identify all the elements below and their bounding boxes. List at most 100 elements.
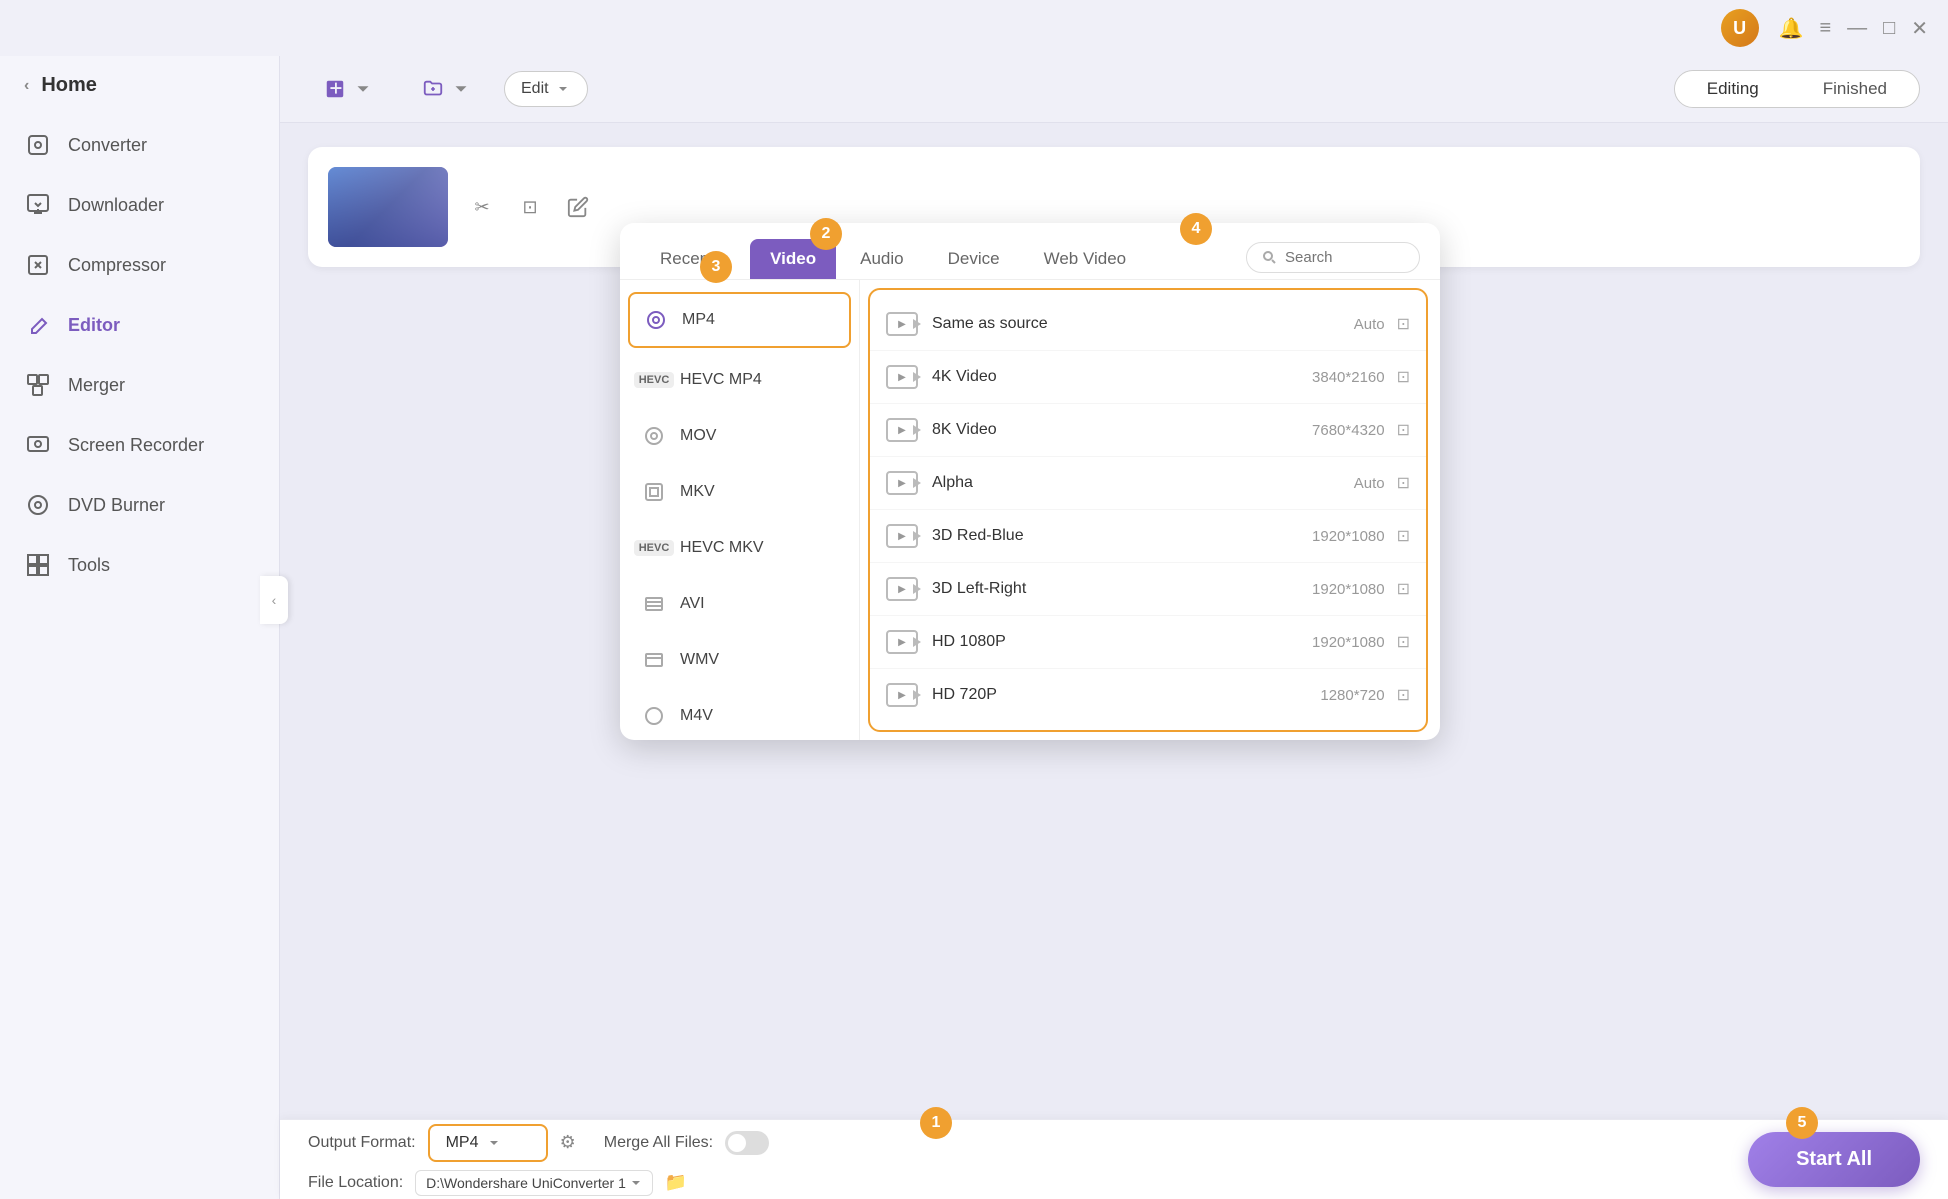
format-search-box[interactable] <box>1246 242 1420 273</box>
mp4-label: MP4 <box>682 311 715 329</box>
preset-name-6: HD 1080P <box>932 633 1312 651</box>
merger-icon <box>24 371 52 399</box>
preset-res-3: Auto <box>1354 475 1385 492</box>
file-path-select[interactable]: D:\Wondershare UniConverter 1 <box>415 1170 653 1196</box>
step-badge-2: 2 <box>810 218 842 250</box>
tools-label: Tools <box>68 555 110 576</box>
merge-toggle[interactable] <box>725 1131 769 1155</box>
preset-video-icon-4: ▶ <box>886 524 918 548</box>
preset-res-7: 1280*720 <box>1320 687 1384 704</box>
sidebar-item-merger[interactable]: Merger <box>0 355 279 415</box>
preset-edit-icon-4[interactable]: ⊡ <box>1397 526 1410 546</box>
format-item-hevc-mp4[interactable]: HEVC HEVC MP4 <box>620 352 859 408</box>
preset-edit-icon-2[interactable]: ⊡ <box>1397 420 1410 440</box>
crop-icon[interactable]: ⊡ <box>512 189 548 225</box>
preset-hd-720p[interactable]: ▶ HD 720P 1280*720 ⊡ <box>870 669 1426 721</box>
output-format-label: Output Format: <box>308 1134 416 1152</box>
format-panel: Recently Video Audio Device Web Video <box>620 223 1440 740</box>
sidebar-back-icon[interactable]: ‹ <box>24 77 29 95</box>
add-file-button[interactable] <box>308 70 390 108</box>
preset-edit-icon-5[interactable]: ⊡ <box>1397 579 1410 599</box>
sidebar-collapse-button[interactable]: ‹ <box>260 576 288 624</box>
sidebar-item-converter[interactable]: Converter <box>0 115 279 175</box>
preset-name-1: 4K Video <box>932 368 1312 386</box>
hevc-mp4-label: HEVC MP4 <box>680 371 762 389</box>
format-item-wmv[interactable]: WMV <box>620 632 859 688</box>
close-button[interactable]: ✕ <box>1911 16 1928 41</box>
format-tab-web-video[interactable]: Web Video <box>1024 239 1147 279</box>
format-tab-device[interactable]: Device <box>928 239 1020 279</box>
sidebar-item-screen-recorder[interactable]: Screen Recorder <box>0 415 279 475</box>
bell-icon[interactable]: 🔔 <box>1779 16 1804 41</box>
tab-finished[interactable]: Finished <box>1791 71 1919 107</box>
preset-res-4: 1920*1080 <box>1312 528 1385 545</box>
sidebar-item-editor[interactable]: Editor <box>0 295 279 355</box>
preset-same-as-source[interactable]: ▶ Same as source Auto ⊡ <box>870 298 1426 351</box>
edit-dropdown-label: Edit <box>521 80 549 98</box>
title-bar: U 🔔 ≡ — □ ✕ <box>0 0 1948 56</box>
preset-video-icon-5: ▶ <box>886 577 918 601</box>
start-all-button[interactable]: Start All <box>1748 1132 1920 1187</box>
bottom-left-section: Output Format: MP4 ⚙ Merge All Files: Fi… <box>308 1124 769 1196</box>
step-badge-4: 4 <box>1180 213 1212 245</box>
output-format-select[interactable]: MP4 <box>428 1124 548 1162</box>
maximize-button[interactable]: □ <box>1883 17 1895 40</box>
cut-icon[interactable]: ✂ <box>464 189 500 225</box>
add-folder-button[interactable] <box>406 70 488 108</box>
sidebar-item-tools[interactable]: Tools <box>0 535 279 595</box>
settings-icon[interactable]: ⚙ <box>560 1132 576 1153</box>
menu-icon[interactable]: ≡ <box>1819 17 1831 40</box>
format-item-mkv[interactable]: MKV <box>620 464 859 520</box>
window-controls: 🔔 ≡ — □ ✕ <box>1779 16 1928 41</box>
preset-res-0: Auto <box>1354 316 1385 333</box>
edit-dropdown[interactable]: Edit <box>504 71 588 107</box>
preset-3d-left-right[interactable]: ▶ 3D Left-Right 1920*1080 ⊡ <box>870 563 1426 616</box>
downloader-icon <box>24 191 52 219</box>
preset-edit-icon-1[interactable]: ⊡ <box>1397 367 1410 387</box>
preset-8k-video[interactable]: ▶ 8K Video 7680*4320 ⊡ <box>870 404 1426 457</box>
preset-video-icon-0: ▶ <box>886 312 918 336</box>
sidebar-item-downloader[interactable]: Downloader <box>0 175 279 235</box>
folder-icon[interactable]: 📁 <box>665 1172 687 1193</box>
sidebar: ‹ Home Converter Downloader Compressor E… <box>0 0 280 1199</box>
file-path-value: D:\Wondershare UniConverter 1 <box>426 1175 626 1191</box>
sidebar-home[interactable]: ‹ Home <box>0 56 279 115</box>
format-item-avi[interactable]: AVI <box>620 576 859 632</box>
output-format-value: MP4 <box>446 1134 479 1152</box>
minimize-button[interactable]: — <box>1847 17 1867 40</box>
preset-alpha[interactable]: ▶ Alpha Auto ⊡ <box>870 457 1426 510</box>
format-item-mov[interactable]: MOV <box>620 408 859 464</box>
sidebar-item-dvd-burner[interactable]: DVD Burner <box>0 475 279 535</box>
video-thumbnail <box>328 167 448 247</box>
format-tab-audio[interactable]: Audio <box>840 239 923 279</box>
sidebar-item-compressor[interactable]: Compressor <box>0 235 279 295</box>
format-item-mp4[interactable]: MP4 <box>628 292 851 348</box>
step-badge-3: 3 <box>700 251 732 283</box>
user-avatar: U <box>1721 9 1759 47</box>
file-location-row: File Location: D:\Wondershare UniConvert… <box>308 1170 769 1196</box>
format-search-input[interactable] <box>1285 249 1405 266</box>
preset-edit-icon-3[interactable]: ⊡ <box>1397 473 1410 493</box>
toolbar: Edit Editing Finished <box>280 56 1948 123</box>
format-item-hevc-mkv[interactable]: HEVC HEVC MKV <box>620 520 859 576</box>
merge-files-label: Merge All Files: <box>604 1134 713 1152</box>
format-item-m4v[interactable]: M4V <box>620 688 859 740</box>
preset-3d-red-blue[interactable]: ▶ 3D Red-Blue 1920*1080 ⊡ <box>870 510 1426 563</box>
preset-edit-icon-0[interactable]: ⊡ <box>1397 314 1410 334</box>
collapse-icon: ‹ <box>272 592 277 608</box>
tab-editing[interactable]: Editing <box>1675 71 1791 107</box>
avi-label: AVI <box>680 595 705 613</box>
format-list: MP4 HEVC HEVC MP4 MOV <box>620 280 860 740</box>
preset-edit-icon-7[interactable]: ⊡ <box>1397 685 1410 705</box>
preset-name-7: HD 720P <box>932 686 1320 704</box>
edit-icon[interactable] <box>560 189 596 225</box>
preset-4k-video[interactable]: ▶ 4K Video 3840*2160 ⊡ <box>870 351 1426 404</box>
preset-edit-icon-6[interactable]: ⊡ <box>1397 632 1410 652</box>
preset-hd-1080p[interactable]: ▶ HD 1080P 1920*1080 ⊡ <box>870 616 1426 669</box>
mkv-icon <box>640 478 668 506</box>
home-label: Home <box>41 74 97 97</box>
compressor-icon <box>24 251 52 279</box>
mkv-label: MKV <box>680 483 715 501</box>
hevc-mp4-icon: HEVC <box>640 366 668 394</box>
wmv-label: WMV <box>680 651 719 669</box>
